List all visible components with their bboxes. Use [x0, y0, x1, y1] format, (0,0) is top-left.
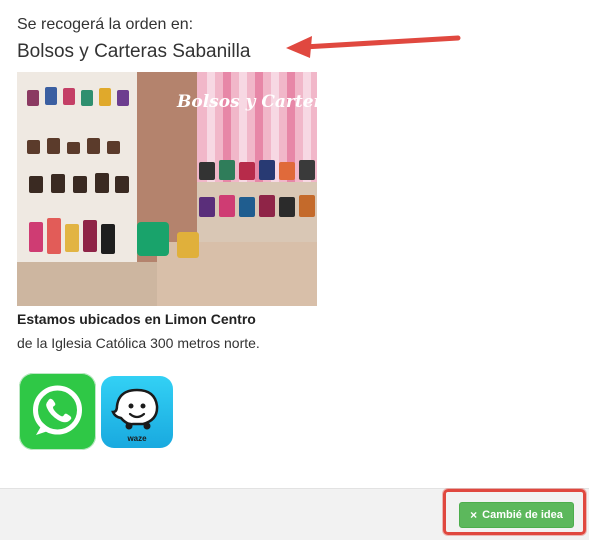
whatsapp-button[interactable] — [19, 373, 96, 450]
store-name: Bolsos y Carteras Sabanilla — [17, 41, 251, 62]
photo-sign-text: Bolsos y Carteras — [176, 92, 317, 112]
waze-label: waze — [126, 434, 147, 443]
change-mind-button[interactable]: × Cambié de idea — [459, 502, 574, 528]
waze-icon: waze — [111, 388, 159, 443]
close-icon: × — [470, 508, 478, 522]
location-detail: de la Iglesia Católica 300 metros norte. — [17, 335, 260, 351]
change-mind-button-label: Cambié de idea — [482, 509, 563, 521]
location-headline: Estamos ubicados en Limon Centro — [17, 311, 256, 327]
waze-button[interactable]: waze — [101, 376, 173, 448]
store-photo: Bolsos y Carteras — [17, 72, 317, 306]
annotation-arrow-icon — [286, 35, 461, 58]
whatsapp-icon — [33, 385, 82, 435]
pickup-label: Se recogerá la orden en: — [17, 16, 194, 33]
